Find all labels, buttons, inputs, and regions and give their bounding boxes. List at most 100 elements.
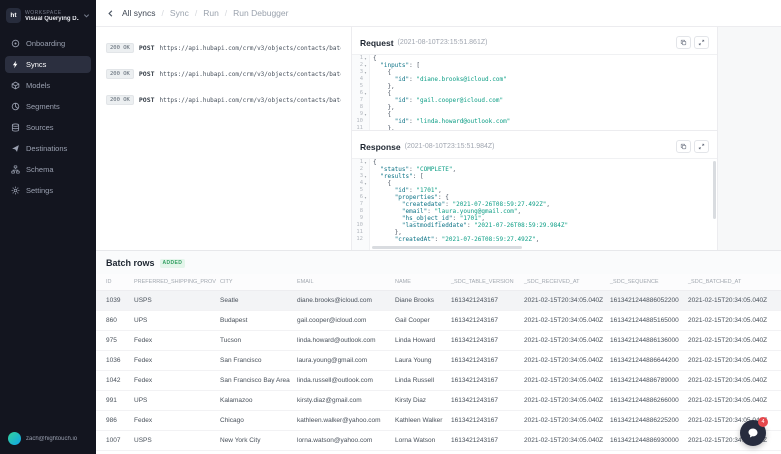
table-cell: 2021-02-15T20:34:05.040Z (684, 331, 781, 351)
horizontal-scrollbar[interactable] (372, 246, 522, 249)
table-cell: gail.cooper@icloud.com (293, 311, 391, 331)
table-row[interactable]: 986FedexChicagokathleen.walker@yahoo.com… (96, 411, 781, 431)
request-row[interactable]: 200 OKPOSThttps://api.hubapi.com/crm/v3/… (96, 87, 351, 113)
fold-toggle-icon[interactable]: ▾ (363, 194, 368, 201)
sidebar-item-segments[interactable]: Segments (5, 98, 91, 115)
expand-button[interactable] (694, 36, 709, 49)
table-cell: San Francisco (216, 351, 293, 371)
table-header-row: IDPREFERRED_SHIPPING_PROVIDERCITYEMAILNA… (96, 274, 781, 291)
sources-icon (11, 123, 20, 132)
table-cell: 2021-02-15T20:34:05.040Z (520, 311, 606, 331)
request-code-editor: 1▾{2▾ "inputs": [3▾ {4 "id": "diane.broo… (352, 54, 717, 130)
line-number: 11 (356, 125, 363, 130)
code-line: 9▾ { (352, 111, 717, 118)
table-cell: 1613421244886052200 (606, 291, 684, 311)
syncs-icon (11, 60, 20, 69)
line-number: 5 (360, 83, 363, 90)
table-cell: 1613421243167 (447, 371, 520, 391)
table-row[interactable]: 860UPSBudapestgail.cooper@icloud.comGail… (96, 311, 781, 331)
user-email: zach@hightouch.io (26, 436, 77, 442)
fold-toggle-icon[interactable]: ▾ (363, 159, 368, 166)
breadcrumb: All syncs/Sync/Run/Run Debugger (96, 0, 781, 27)
request-method: POST (139, 96, 155, 104)
sidebar-item-onboarding[interactable]: Onboarding (5, 35, 91, 52)
table-cell: 2021-02-15T20:34:05.040Z (684, 431, 781, 451)
workspace-switcher[interactable]: ht WORKSPACE Visual Querying D... (0, 0, 96, 32)
column-header: EMAIL (293, 274, 391, 291)
table-row[interactable]: 1007USPSNew York Citylorna.watson@yahoo.… (96, 431, 781, 451)
fold-toggle-icon[interactable]: ▾ (363, 173, 368, 180)
sidebar-item-settings[interactable]: Settings (5, 182, 91, 199)
vertical-scrollbar[interactable] (713, 161, 716, 219)
back-icon[interactable] (106, 9, 115, 18)
user-account[interactable]: zach@hightouch.io (0, 423, 96, 454)
request-row[interactable]: 200 OKPOSThttps://api.hubapi.com/crm/v3/… (96, 35, 351, 61)
table-row[interactable]: 1039USPSSeatlediane.brooks@icloud.comDia… (96, 291, 781, 311)
code-line: 5 }, (352, 83, 717, 90)
chevron-down-icon (83, 12, 90, 19)
code-line: 7 "id": "gail.cooper@icloud.com" (352, 97, 717, 104)
copy-button[interactable] (676, 36, 691, 49)
code-line: 8 "email": "laura.young@gmail.com", (352, 208, 717, 215)
table-cell: kathleen.walker@yahoo.com (293, 411, 391, 431)
column-header: CITY (216, 274, 293, 291)
code-line: 12 "createdAt": "2021-07-26T08:59:27.492… (352, 236, 717, 243)
code-line: 3▾ "results": [ (352, 173, 717, 180)
breadcrumb-separator: / (225, 8, 227, 18)
code-line: 6▾ { (352, 90, 717, 97)
table-cell: 1613421243167 (447, 411, 520, 431)
column-header: ID (96, 274, 130, 291)
table-cell: 2021-02-15T20:34:05.040Z (684, 391, 781, 411)
sidebar-item-label: Settings (26, 186, 53, 195)
table-row[interactable]: 975FedexTucsonlinda.howard@outlook.comLi… (96, 331, 781, 351)
table-cell: 1613421243167 (447, 391, 520, 411)
request-list: 200 OKPOSThttps://api.hubapi.com/crm/v3/… (96, 27, 352, 250)
chat-launcher-button[interactable]: 4 (740, 420, 766, 446)
breadcrumb-item[interactable]: Sync (170, 8, 189, 18)
fold-toggle-icon[interactable]: ▾ (363, 55, 368, 62)
table-cell: 2021-02-15T20:34:05.040Z (520, 371, 606, 391)
code-line: 7 "createdate": "2021-07-26T08:59:27.492… (352, 201, 717, 208)
request-row[interactable]: 200 OKPOSThttps://api.hubapi.com/crm/v3/… (96, 61, 351, 87)
sidebar-item-models[interactable]: Models (5, 77, 91, 94)
table-row[interactable]: 1036FedexSan Franciscolaura.young@gmail.… (96, 351, 781, 371)
content-spacer (718, 27, 781, 250)
code-line: 6▾ "properties": { (352, 194, 717, 201)
code-line: 10 "lastmodifieddate": "2021-07-26T08:59… (352, 222, 717, 229)
response-panel: Response (2021-08-10T23:15:51.984Z) (352, 130, 717, 250)
expand-icon (698, 143, 705, 150)
expand-button[interactable] (694, 140, 709, 153)
fold-toggle-icon[interactable]: ▾ (363, 180, 368, 187)
code-line: 2 "status": "COMPLETE", (352, 166, 717, 173)
table-cell: lorna.watson@yahoo.com (293, 431, 391, 451)
sidebar-item-destinations[interactable]: Destinations (5, 140, 91, 157)
sidebar-item-schema[interactable]: Schema (5, 161, 91, 178)
table-cell: 2021-02-15T20:34:05.040Z (520, 291, 606, 311)
table-cell: Budapest (216, 311, 293, 331)
table-cell: 2021-02-15T20:34:05.040Z (684, 311, 781, 331)
code-line: 10 "id": "linda.howard@outlook.com" (352, 118, 717, 125)
fold-toggle-icon[interactable]: ▾ (363, 69, 368, 76)
code-line: 5 "id": "1701", (352, 187, 717, 194)
table-cell: 1613421243167 (447, 291, 520, 311)
copy-button[interactable] (676, 140, 691, 153)
batch-rows-table: IDPREFERRED_SHIPPING_PROVIDERCITYEMAILNA… (96, 274, 781, 454)
table-row[interactable]: 991UPSKalamazookirsty.diaz@gmail.comKirs… (96, 391, 781, 411)
sidebar-item-sources[interactable]: Sources (5, 119, 91, 136)
notification-badge: 4 (758, 417, 768, 427)
sidebar-item-syncs[interactable]: Syncs (5, 56, 91, 73)
line-number: 9 (360, 215, 363, 222)
breadcrumb-item[interactable]: All syncs (122, 8, 156, 18)
fold-toggle-icon[interactable]: ▾ (363, 62, 368, 69)
table-cell: 2021-02-15T20:34:05.040Z (520, 351, 606, 371)
table-cell: 1613421243167 (447, 431, 520, 451)
breadcrumb-item[interactable]: Run (203, 8, 219, 18)
request-timestamp: (2021-08-10T23:15:51.861Z) (398, 39, 488, 46)
table-row[interactable]: 1042FedexSan Francisco Bay Arealinda.rus… (96, 371, 781, 391)
line-number: 4 (360, 76, 363, 83)
table-cell: 991 (96, 391, 130, 411)
table-cell: 1036 (96, 351, 130, 371)
fold-toggle-icon[interactable]: ▾ (363, 90, 368, 97)
table-cell: 1613421244886930000 (606, 431, 684, 451)
fold-toggle-icon[interactable]: ▾ (363, 111, 368, 118)
